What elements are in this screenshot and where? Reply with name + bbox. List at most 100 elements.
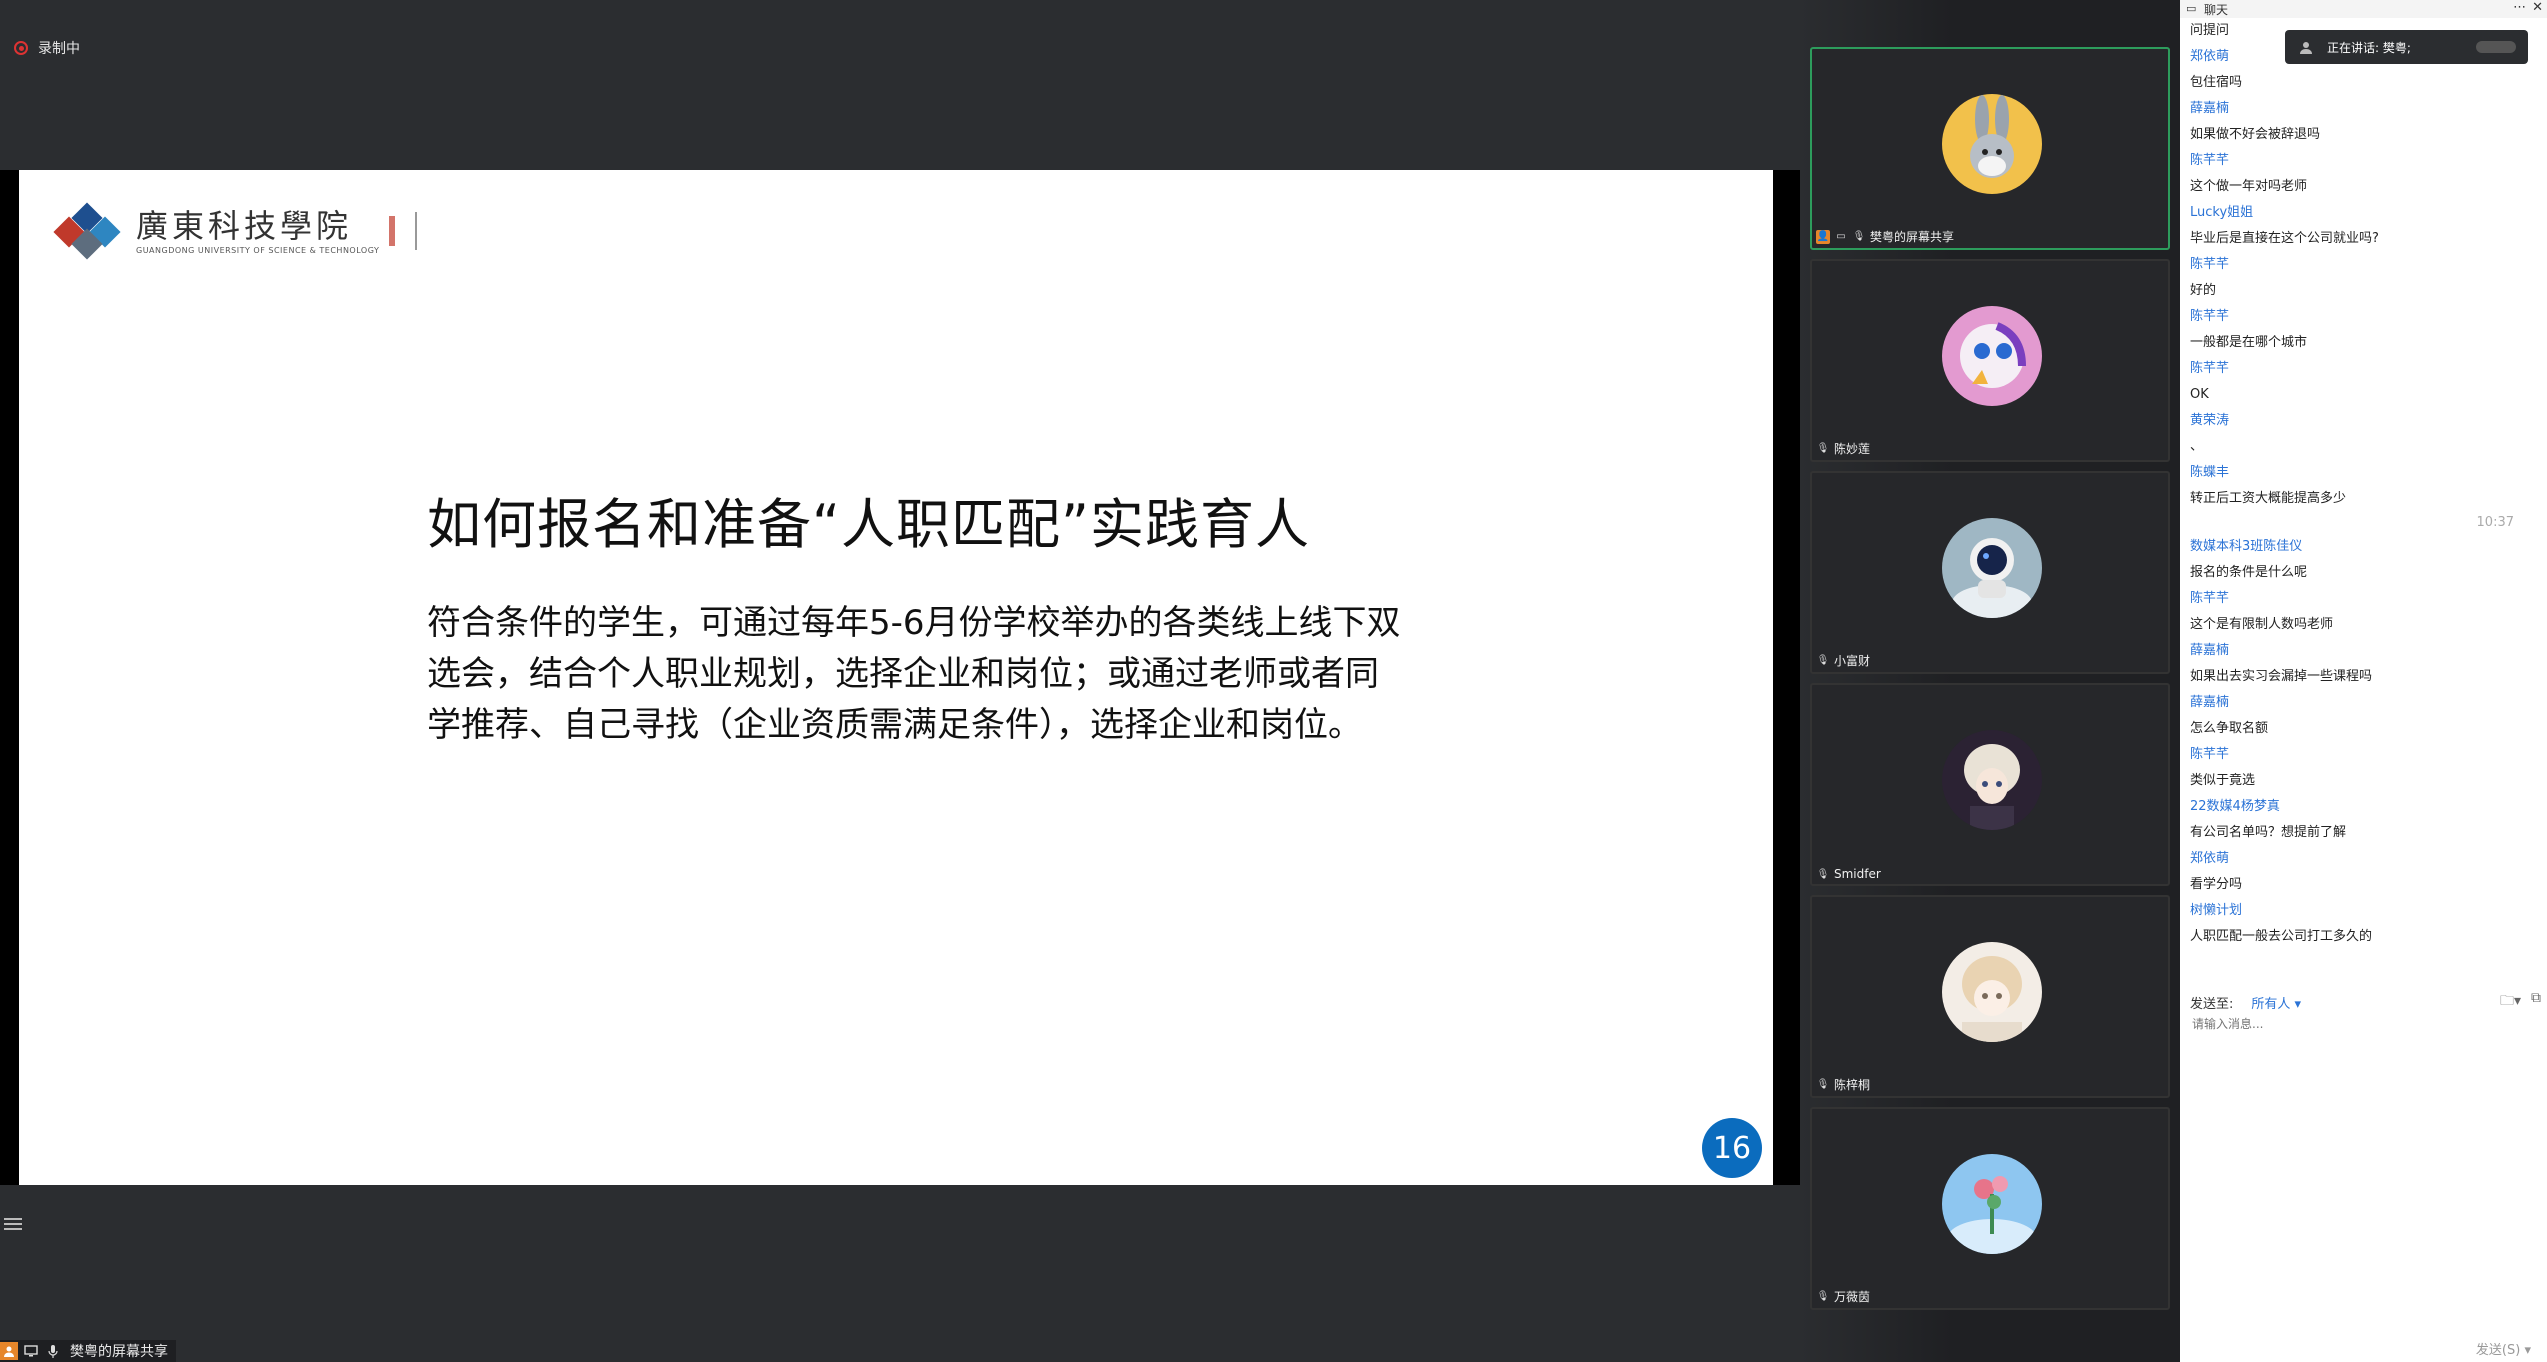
slide-page-number: 16 — [1702, 1118, 1762, 1178]
recording-indicator: 录制中 — [14, 38, 80, 58]
participant-name: 陈梓桐 — [1834, 1078, 1871, 1092]
chat-message-text: 这个做一年对吗老师 — [2190, 179, 2308, 194]
chat-message-text: 如果出去实习会漏掉一些课程吗 — [2190, 669, 2373, 684]
chat-sender-name: 薛嘉楠 — [2190, 643, 2230, 658]
chat-input[interactable] — [2190, 1016, 2524, 1032]
participant-tile[interactable]: 🎙 陈妙莲 — [1810, 259, 2170, 462]
participant-name: Smidfer — [1834, 867, 1881, 881]
chat-message-text: 有公司名单吗？想提前了解 — [2190, 825, 2347, 840]
logo-mark-icon — [52, 202, 126, 260]
avatar — [1942, 518, 2042, 618]
chat-icon: ▭ — [2186, 2, 2197, 15]
chat-message-list[interactable]: 问提问 郑依萌 包住宿吗 薛嘉楠 如果做不好会被辞退吗 陈芊芊 这个做一年对吗老师 Lucky… — [2190, 18, 2540, 950]
chat-header: ▭ 聊天 ⋯ ✕ — [2180, 0, 2547, 18]
avatar — [1942, 942, 2042, 1042]
record-icon — [14, 41, 28, 55]
send-to-dropdown[interactable]: 所有人 ▾ — [2251, 993, 2301, 1012]
recording-label: 录制中 — [38, 41, 80, 57]
close-icon[interactable]: ✕ — [2532, 0, 2543, 15]
audio-level-icon — [2476, 41, 2516, 53]
chat-message-text: 转正后工资大概能提高多少 — [2190, 491, 2347, 506]
chat-tools: 🗀▾ ⧉ — [2500, 990, 2541, 1014]
chat-message-text: 毕业后是直接在这个公司就业吗? — [2190, 231, 2379, 246]
chat-message-text: 这个是有限制人数吗老师 — [2190, 617, 2334, 632]
chat-sender-name: 数媒本科3班陈佳仪 — [2190, 539, 2303, 554]
microphone-off-icon: 🎙 — [1816, 443, 1830, 454]
chat-message-text: 报名的条件是什么呢 — [2190, 565, 2308, 580]
screen-share-icon — [22, 1342, 40, 1360]
chat-sender-name: 22数媒4杨梦真 — [2190, 799, 2280, 814]
logo-seal — [389, 216, 396, 246]
more-options-icon[interactable]: ⋯ — [2513, 0, 2526, 15]
logo-divider — [415, 212, 418, 250]
microphone-off-icon: 🎙 — [1816, 868, 1830, 880]
participant-name: 小富财 — [1834, 654, 1871, 668]
avatar — [1942, 306, 2042, 406]
participant-tile[interactable]: 👤 ▭ 🎙 樊粤的屏幕共享 — [1810, 47, 2170, 250]
microphone-icon: 🎙 — [1852, 231, 1866, 242]
person-icon — [0, 1342, 18, 1360]
chat-sender-name: 陈芊芊 — [2190, 309, 2230, 324]
chat-sender-name: 陈芊芊 — [2190, 257, 2230, 272]
participant-name: 万薇茵 — [1834, 1290, 1871, 1304]
chat-message-text: 怎么争取名额 — [2190, 721, 2269, 736]
chat-sender-name: 薛嘉楠 — [2190, 695, 2230, 710]
slide-title: 如何报名和准备“人职匹配”实践育人 — [427, 493, 1310, 556]
avatar — [1942, 94, 2042, 194]
chat-message-text: 好的 — [2190, 283, 2217, 298]
logo-english-name: GUANGDONG UNIVERSITY OF SCIENCE & TECHNO… — [136, 245, 380, 255]
speaker-avatar-icon — [2299, 40, 2313, 54]
speaking-indicator: 正在讲话: 樊粤; — [2285, 30, 2528, 64]
host-icon: 👤 — [1816, 229, 1830, 244]
microphone-off-icon: 🎙 — [1816, 1079, 1830, 1090]
send-to-label: 发送至: — [2190, 997, 2234, 1012]
avatar — [1942, 1154, 2042, 1254]
participant-tile[interactable]: 🎙 Smidfer — [1810, 683, 2170, 886]
logo-chinese-name: 廣東科技學院 — [136, 206, 353, 245]
chat-sender-name: Lucky姐姐 — [2190, 205, 2254, 220]
chat-sender-name: 薛嘉楠 — [2190, 101, 2230, 116]
microphone-icon — [44, 1342, 62, 1360]
participant-name: 樊粤的屏幕共享 — [1870, 230, 1955, 244]
file-icon[interactable]: 🗀▾ — [2500, 990, 2521, 1014]
send-to-row: 发送至: 所有人 ▾ — [2190, 993, 2301, 1012]
chat-message-text: 、 — [2190, 439, 2204, 454]
presenter-label: 樊粤的屏幕共享 — [70, 1344, 168, 1360]
chat-message-text: 类似于竟选 — [2190, 773, 2256, 788]
send-to-target: 所有人 — [2251, 997, 2291, 1012]
screen-share-status-bar: 樊粤的屏幕共享 — [0, 1340, 176, 1362]
chat-sender-name: 树懒计划 — [2190, 903, 2243, 918]
chat-sender-name: 陈芊芊 — [2190, 361, 2230, 376]
chat-sender-name: 陈芊芊 — [2190, 747, 2230, 762]
chat-timestamp: 10:37 — [2476, 515, 2514, 530]
microphone-off-icon: 🎙 — [1816, 1291, 1830, 1302]
chat-message-text: 看学分吗 — [2190, 877, 2243, 892]
university-logo: 廣東科技學院 GUANGDONG UNIVERSITY OF SCIENCE &… — [52, 202, 418, 260]
participant-tile[interactable]: 🎙 万薇茵 — [1810, 1107, 2170, 1310]
chat-title: 聊天 — [2204, 2, 2229, 17]
chat-sender-name: 陈蝶丰 — [2190, 465, 2230, 480]
chat-message-text: OK — [2190, 387, 2209, 402]
chat-panel: ▭ 聊天 ⋯ ✕ 问提问 郑依萌 包住宿吗 薛嘉楠 如果做不好会被辞退吗 陈芊芊 这个做一年… — [2180, 0, 2547, 1362]
avatar — [1942, 730, 2042, 830]
chat-message-text: 人职匹配一般去公司打工多久的 — [2190, 929, 2373, 944]
slide-body-text: 符合条件的学生，可通过每年5-6月份学校举办的各类线上线下双选会，结合个人职业规… — [427, 603, 1401, 745]
speaking-text: 正在讲话: 樊粤; — [2327, 40, 2411, 55]
send-button-label: 发送(S) — [2475, 1343, 2521, 1358]
chat-message-text: 包住宿吗 — [2190, 75, 2243, 90]
chat-sender-name: 郑依萌 — [2190, 851, 2230, 866]
chat-message-text: 如果做不好会被辞退吗 — [2190, 127, 2321, 142]
presentation-slide: 廣東科技學院 GUANGDONG UNIVERSITY OF SCIENCE &… — [19, 170, 1773, 1185]
screen-share-icon: ▭ — [1836, 231, 1846, 242]
chat-sender-name: 陈芊芊 — [2190, 153, 2230, 168]
participant-tile[interactable]: 🎙 小富财 — [1810, 471, 2170, 674]
chat-sender-name: 黄荣涛 — [2190, 413, 2230, 428]
screenshot-icon[interactable]: ⧉ — [2531, 990, 2541, 1014]
chat-sender-name: 陈芊芊 — [2190, 591, 2230, 606]
list-menu-icon[interactable] — [4, 1215, 22, 1231]
participant-name: 陈妙莲 — [1834, 442, 1871, 456]
send-button[interactable]: 发送(S) ▾ — [2476, 1339, 2531, 1358]
chat-message-text: 一般都是在哪个城市 — [2190, 335, 2308, 350]
participant-tile[interactable]: 🎙 陈梓桐 — [1810, 895, 2170, 1098]
microphone-icon: 🎙 — [1816, 655, 1830, 666]
